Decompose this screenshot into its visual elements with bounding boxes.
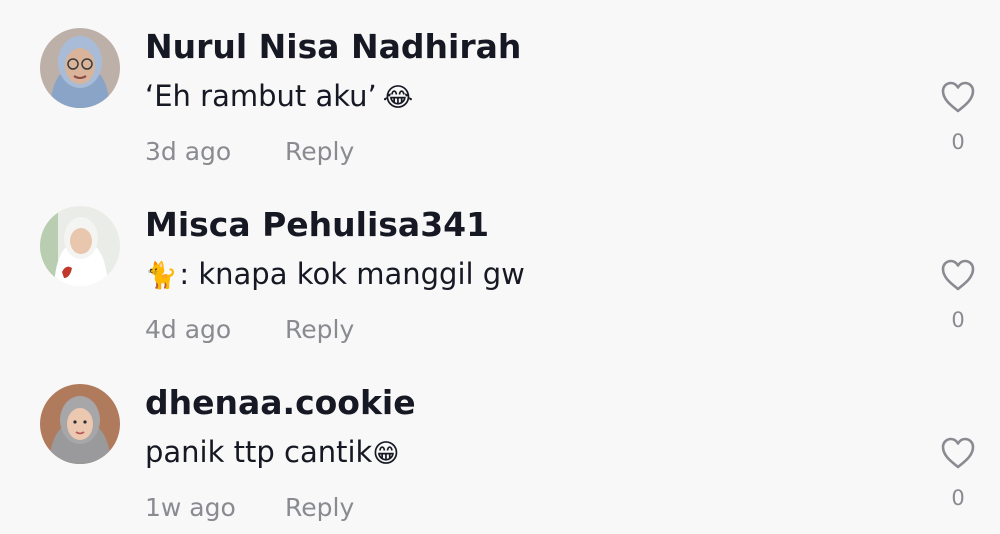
comment-text: panik ttp cantik😁 xyxy=(145,435,399,469)
like-button[interactable] xyxy=(940,80,976,114)
avatar[interactable] xyxy=(40,28,120,108)
like-count: 0 xyxy=(951,130,965,154)
comment-text: ‘Eh rambut aku’ 😂 xyxy=(145,79,413,113)
comment-item: dhenaa.cookie panik ttp cantik😁 1w ago R… xyxy=(0,356,1000,534)
comment-username[interactable]: Misca Pehulisa341 xyxy=(145,205,489,244)
avatar[interactable] xyxy=(40,384,120,464)
grinning-emoji: 😁 xyxy=(372,439,400,469)
comment-timestamp: 3d ago xyxy=(145,137,232,166)
comment-text-content: panik ttp cantik xyxy=(145,435,373,469)
comment-text: 🐈: knapa kok manggil gw xyxy=(145,257,525,291)
comment-item: Misca Pehulisa341 🐈: knapa kok manggil g… xyxy=(0,178,1000,356)
reply-button[interactable]: Reply xyxy=(285,493,354,522)
comment-item: Nurul Nisa Nadhirah ‘Eh rambut aku’ 😂 3d … xyxy=(0,0,1000,178)
heart-outline-icon xyxy=(941,437,975,469)
cat-emoji: 🐈 xyxy=(145,261,178,291)
comment-timestamp: 1w ago xyxy=(145,493,236,522)
avatar[interactable] xyxy=(40,206,120,286)
like-button[interactable] xyxy=(940,436,976,470)
reply-button[interactable]: Reply xyxy=(285,137,354,166)
comment-text-content: ‘Eh rambut aku’ xyxy=(145,79,377,113)
heart-outline-icon xyxy=(941,259,975,291)
like-count: 0 xyxy=(951,308,965,332)
comment-timestamp: 4d ago xyxy=(145,315,232,344)
like-button[interactable] xyxy=(940,258,976,292)
like-count: 0 xyxy=(951,486,965,510)
heart-outline-icon xyxy=(941,81,975,113)
reply-button[interactable]: Reply xyxy=(285,315,354,344)
comment-text-content: : knapa kok manggil gw xyxy=(179,257,525,291)
comment-username[interactable]: Nurul Nisa Nadhirah xyxy=(145,27,521,66)
comment-username[interactable]: dhenaa.cookie xyxy=(145,383,416,422)
laughing-emoji: 😂 xyxy=(382,83,414,113)
